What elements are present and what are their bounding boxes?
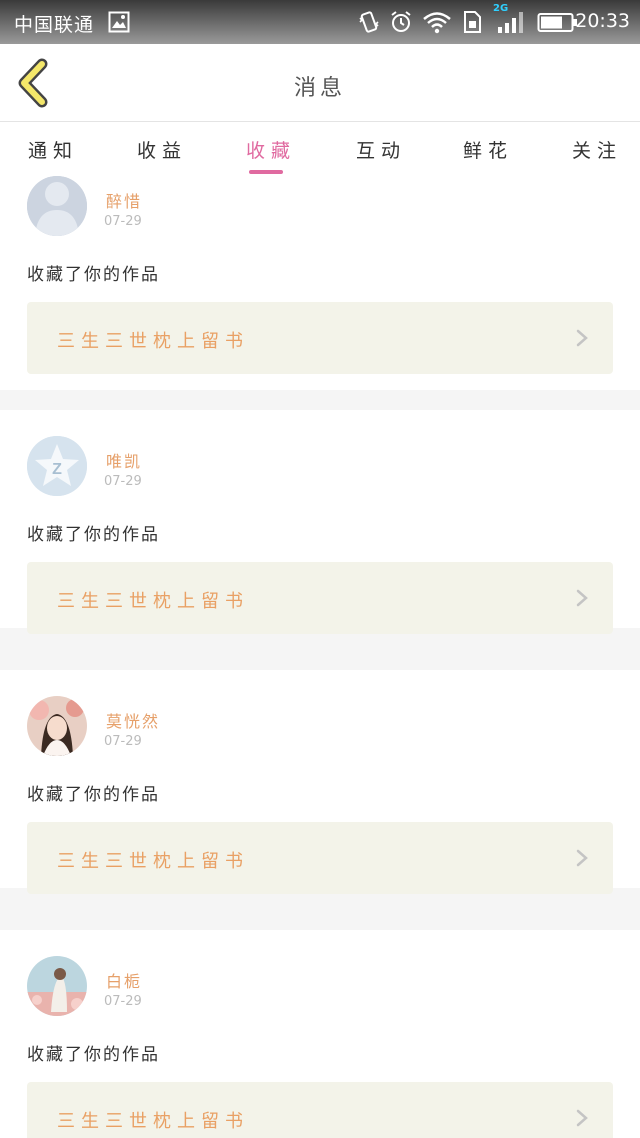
list-item: Z 唯凯 07-29 收藏了你的作品 三生三世枕上留书 — [0, 410, 640, 634]
action-text: 收藏了你的作品 — [27, 785, 160, 805]
action-text: 收藏了你的作品 — [27, 525, 160, 545]
tab-earnings[interactable]: 收益 — [137, 136, 187, 163]
tab-interactions[interactable]: 互动 — [356, 136, 406, 163]
sim-icon — [461, 9, 483, 35]
chevron-right-icon — [576, 1109, 588, 1127]
action-text: 收藏了你的作品 — [27, 1045, 160, 1065]
carrier-name: 中国联通 — [14, 14, 95, 36]
work-title: 三生三世枕上留书 — [57, 1111, 249, 1132]
page-title: 消息 — [293, 76, 346, 101]
chevron-right-icon — [576, 589, 588, 607]
username[interactable]: 莫恍然 — [106, 708, 160, 732]
work-link[interactable]: 三生三世枕上留书 — [27, 822, 613, 894]
work-link[interactable]: 三生三世枕上留书 — [27, 562, 613, 634]
avatar[interactable] — [27, 176, 87, 236]
chevron-right-icon — [576, 329, 588, 347]
image-icon — [108, 9, 130, 35]
work-title: 三生三世枕上留书 — [57, 851, 249, 872]
timestamp: 07-29 — [104, 474, 142, 489]
list-item: 醉惜 07-29 收藏了你的作品 三生三世枕上留书 — [0, 174, 640, 390]
action-text: 收藏了你的作品 — [27, 265, 160, 285]
avatar[interactable] — [27, 696, 87, 756]
list-item: 莫恍然 07-29 收藏了你的作品 三生三世枕上留书 — [0, 670, 640, 894]
qq-star-icon: Z — [27, 436, 87, 496]
svg-text:Z: Z — [52, 461, 62, 478]
work-title: 三生三世枕上留书 — [57, 591, 249, 612]
username[interactable]: 白栀 — [106, 968, 142, 992]
status-bar: 中国联通 2G 20:33 — [0, 0, 640, 44]
user-photo-icon — [27, 696, 87, 756]
timestamp: 07-29 — [104, 734, 142, 749]
vibrate-icon — [358, 9, 380, 35]
battery-icon — [537, 9, 579, 35]
work-title: 三生三世枕上留书 — [57, 331, 249, 352]
chevron-right-icon — [576, 849, 588, 867]
tab-favorites[interactable]: 收藏 — [246, 136, 296, 163]
wifi-icon — [422, 9, 452, 35]
header-bar: 消息 — [0, 44, 640, 122]
list-item: 白栀 07-29 收藏了你的作品 三生三世枕上留书 — [0, 930, 640, 1138]
user-photo-icon — [27, 956, 87, 1016]
alarm-icon — [389, 9, 413, 35]
username[interactable]: 唯凯 — [106, 448, 142, 472]
tab-notifications[interactable]: 通知 — [28, 136, 78, 163]
avatar[interactable]: Z — [27, 436, 87, 496]
notification-list[interactable]: 醉惜 07-29 收藏了你的作品 三生三世枕上留书 Z 唯凯 07-29 收藏了… — [0, 174, 640, 1138]
tab-bar: 通知 收益 收藏 互动 鲜花 关注 — [0, 122, 640, 174]
work-link[interactable]: 三生三世枕上留书 — [27, 1082, 613, 1138]
tab-following[interactable]: 关注 — [572, 136, 622, 163]
default-person-icon — [27, 176, 87, 236]
timestamp: 07-29 — [104, 994, 142, 1009]
tab-flowers[interactable]: 鲜花 — [463, 136, 513, 163]
signal-icon — [496, 9, 526, 35]
timestamp: 07-29 — [104, 214, 142, 229]
avatar[interactable] — [27, 956, 87, 1016]
clock: 20:33 — [575, 10, 630, 32]
username[interactable]: 醉惜 — [106, 188, 142, 212]
work-link[interactable]: 三生三世枕上留书 — [27, 302, 613, 374]
